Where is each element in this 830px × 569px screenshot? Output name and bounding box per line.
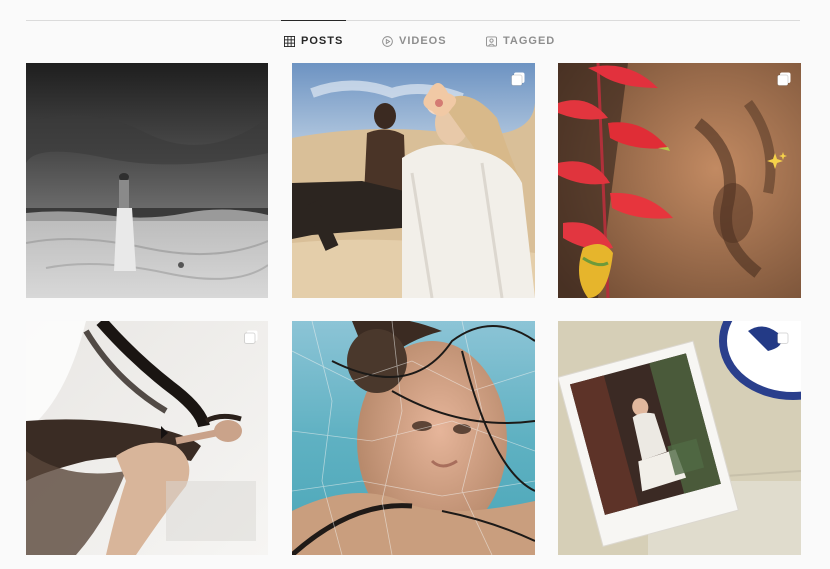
post-image	[292, 63, 535, 298]
post-image	[558, 63, 801, 298]
post-veil-figure[interactable]	[26, 321, 268, 555]
multiple-photos-icon	[510, 71, 526, 87]
post-polaroid[interactable]	[558, 321, 801, 555]
multiple-photos-icon	[776, 71, 792, 87]
post-heliconia-shadow[interactable]	[558, 63, 801, 298]
post-image	[26, 63, 268, 298]
post-beach-bw[interactable]	[26, 63, 268, 298]
multiple-photos-icon	[243, 329, 259, 345]
sparkle-icon	[766, 151, 788, 173]
post-image	[292, 321, 535, 555]
post-image	[558, 321, 801, 555]
posts-grid	[0, 0, 830, 569]
post-image	[26, 321, 268, 555]
multiple-photos-icon	[776, 329, 792, 345]
post-glass-face[interactable]	[292, 321, 535, 555]
post-desert-couple[interactable]	[292, 63, 535, 298]
